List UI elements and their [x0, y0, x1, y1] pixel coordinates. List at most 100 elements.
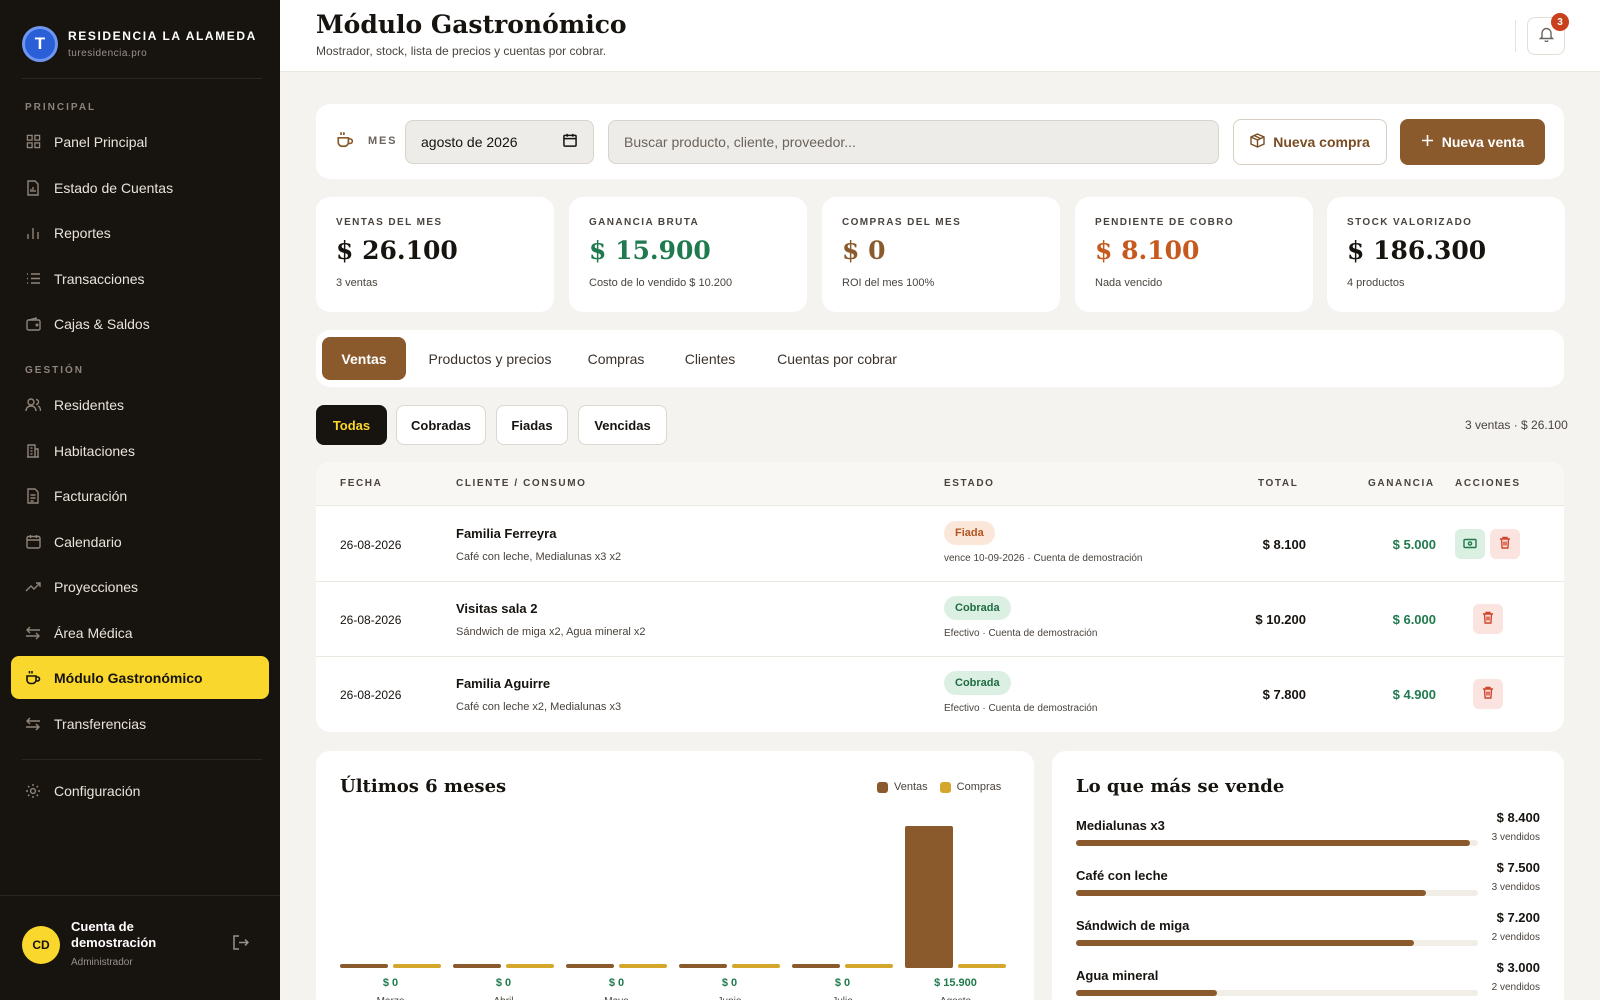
legend-label: Ventas	[894, 781, 928, 793]
filter-fiadas[interactable]: Fiadas	[496, 405, 568, 445]
sidebar-item-reportes[interactable]: Reportes	[11, 211, 269, 254]
sidebar-item-panel-principal[interactable]: Panel Principal	[11, 120, 269, 163]
filter-summary: 3 ventas · $ 26.100	[1465, 418, 1568, 432]
column-header-total: TOTAL	[1258, 478, 1299, 489]
category-label: Mayo	[604, 996, 629, 1000]
tab-cuentas-por-cobrar[interactable]: Cuentas por cobrar	[764, 337, 910, 380]
invoice-icon	[25, 487, 41, 504]
sidebar-item-estado-de-cuentas[interactable]: Estado de Cuentas	[11, 166, 269, 209]
sidebar-item-label: Reportes	[54, 224, 111, 241]
sidebar-item-label: Cajas & Saldos	[54, 315, 150, 332]
legend-item-compras: Compras	[939, 781, 1001, 793]
column-header-date: FECHA	[340, 478, 383, 489]
stat-card-ventas: VENTAS DEL MES $ 26.100 3 ventas	[316, 197, 554, 312]
filter-todas[interactable]: Todas	[316, 405, 387, 445]
trash-icon	[1482, 686, 1494, 702]
new-purchase-button[interactable]: Nueva compra	[1233, 119, 1387, 165]
sidebar-item-facturacion[interactable]: Facturación	[11, 474, 269, 517]
seller-count: 3 vendidos	[1491, 882, 1540, 893]
sidebar-item-modulo-gastronomico[interactable]: Módulo Gastronómico	[11, 656, 269, 699]
month-picker[interactable]: agosto de 2026	[405, 120, 594, 164]
sidebar-item-label: Módulo Gastronómico	[54, 669, 203, 686]
seller-name: Sándwich de miga	[1076, 918, 1190, 933]
top-sellers-card: Lo que más se vende Medialunas x3 $ 8.400…	[1052, 751, 1564, 1000]
stat-card-compras: COMPRAS DEL MES $ 0 ROI del mes 100%	[822, 197, 1060, 312]
plus-icon	[1421, 134, 1434, 151]
sale-note: Efectivo · Cuenta de demostración	[944, 703, 1098, 714]
tab-ventas[interactable]: Ventas	[322, 337, 406, 380]
document-icon	[25, 179, 41, 196]
bar-compras-agosto	[958, 964, 1006, 968]
sidebar-item-label: Transferencias	[54, 715, 147, 732]
seller-amount: $ 3.000	[1496, 960, 1540, 975]
sidebar-item-label: Proyecciones	[54, 578, 139, 595]
sale-note: Efectivo · Cuenta de demostración	[944, 628, 1098, 639]
trend-icon	[25, 579, 41, 595]
sidebar-item-cajas-saldos[interactable]: Cajas & Saldos	[11, 302, 269, 345]
delete-sale-button[interactable]	[1490, 529, 1520, 559]
cup-icon	[25, 670, 41, 686]
bar-compras-marzo	[393, 964, 441, 968]
tab-productos-y-precios[interactable]: Productos y precios	[420, 337, 560, 380]
brand-subtitle: turesidencia.pro	[68, 48, 148, 59]
avatar[interactable]: CD	[22, 926, 60, 964]
seller-progress-fill	[1076, 990, 1217, 996]
bar-ventas-junio	[679, 964, 727, 968]
sidebar-item-transacciones[interactable]: Transacciones	[11, 257, 269, 300]
table-row[interactable]: 26-08-2026 Familia Aguirre Café con lech…	[316, 657, 1564, 732]
stat-value: $ 0	[842, 236, 886, 265]
stat-sub: ROI del mes 100%	[842, 277, 935, 289]
sidebar-item-proyecciones[interactable]: Proyecciones	[11, 565, 269, 608]
seller-progress-track	[1076, 990, 1478, 996]
search-input[interactable]: Buscar producto, cliente, proveedor...	[608, 120, 1219, 164]
bar-ventas-marzo	[340, 964, 388, 968]
calendar-icon[interactable]	[563, 133, 577, 150]
sidebar-item-calendario[interactable]: Calendario	[11, 520, 269, 563]
seller-name: Agua mineral	[1076, 968, 1159, 983]
sale-gain: $ 5.000	[1392, 537, 1436, 552]
delete-sale-button[interactable]	[1473, 679, 1503, 709]
gear-icon	[25, 783, 41, 799]
sale-client: Familia Aguirre	[456, 676, 551, 691]
delete-sale-button[interactable]	[1473, 604, 1503, 634]
stat-sub: Nada vencido	[1095, 277, 1163, 289]
table-row[interactable]: 26-08-2026 Visitas sala 2 Sándwich de mi…	[316, 582, 1564, 657]
divider	[22, 759, 262, 760]
filter-cobradas[interactable]: Cobradas	[396, 405, 486, 445]
sidebar-item-label: Facturación	[54, 487, 128, 504]
sidebar-item-label: Estado de Cuentas	[54, 179, 174, 196]
sidebar-item-transferencias[interactable]: Transferencias	[11, 702, 269, 745]
sidebar-item-configuracion[interactable]: Configuración	[11, 769, 269, 812]
page-title: Módulo Gastronómico	[316, 10, 627, 39]
logout-icon[interactable]	[232, 934, 250, 952]
sidebar-item-habitaciones[interactable]: Habitaciones	[11, 429, 269, 472]
sidebar-item-area-medica[interactable]: Área Médica	[11, 611, 269, 654]
collect-payment-button[interactable]	[1455, 529, 1485, 559]
value-label: $ 0	[722, 977, 737, 989]
sale-total: $ 7.800	[1262, 687, 1306, 702]
sidebar-item-label: Panel Principal	[54, 133, 148, 150]
tab-clientes[interactable]: Clientes	[672, 337, 748, 380]
top-seller-item: Agua mineral $ 3.000 2 vendidos	[1076, 954, 1540, 1000]
brand-title: RESIDENCIA LA ALAMEDA	[68, 29, 257, 43]
bar-ventas-julio	[792, 964, 840, 968]
seller-progress-track	[1076, 840, 1478, 846]
sale-total: $ 8.100	[1262, 537, 1306, 552]
sidebar-item-residentes[interactable]: Residentes	[11, 383, 269, 426]
chart-legend: Ventas Compras	[877, 781, 1013, 793]
stat-label: PENDIENTE DE COBRO	[1095, 217, 1235, 228]
brand[interactable]: T RESIDENCIA LA ALAMEDA turesidencia.pro	[22, 26, 257, 62]
sale-date: 26-08-2026	[340, 613, 402, 627]
month-label: MES	[368, 135, 398, 147]
filter-vencidas[interactable]: Vencidas	[578, 405, 667, 445]
new-sale-button[interactable]: Nueva venta	[1400, 119, 1545, 165]
top-seller-item: Sándwich de miga $ 7.200 2 vendidos	[1076, 904, 1540, 950]
table-header: FECHA CLIENTE / CONSUMO ESTADO TOTAL GAN…	[316, 462, 1564, 506]
seller-amount: $ 7.500	[1496, 860, 1540, 875]
table-row[interactable]: 26-08-2026 Familia Ferreyra Café con lec…	[316, 507, 1564, 582]
column-header-gain: GANANCIA	[1368, 478, 1435, 489]
user-name: Cuenta de demostración	[71, 919, 157, 950]
seller-count: 3 vendidos	[1491, 832, 1540, 843]
tab-compras[interactable]: Compras	[576, 337, 656, 380]
seller-count: 2 vendidos	[1491, 982, 1540, 993]
